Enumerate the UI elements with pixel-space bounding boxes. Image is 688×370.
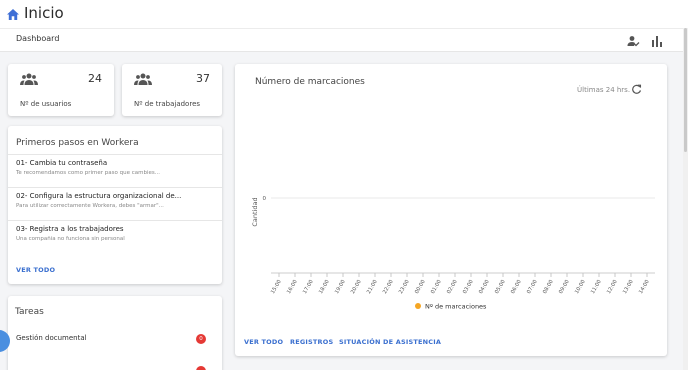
- x-tick-label: 00:00: [414, 279, 427, 295]
- x-tick-label: 01:00: [430, 279, 443, 295]
- task-count-badge: [196, 366, 206, 370]
- step-title: 01- Cambia tu contraseña: [16, 159, 108, 167]
- workers-stat-card[interactable]: 37 Nº de trabajadores: [122, 64, 222, 116]
- punches-chart-card: Número de marcaciones Últimas 24 hrs. Ca…: [235, 64, 667, 356]
- x-tick-label: 10:00: [574, 279, 587, 295]
- scrollbar[interactable]: [683, 28, 688, 370]
- list-item[interactable]: 03- Registra a los trabajadores Una comp…: [8, 220, 222, 253]
- x-tick-label: 22:00: [382, 279, 395, 295]
- x-tick-label: 03:00: [462, 279, 475, 295]
- x-tick-label: 16:00: [286, 279, 299, 295]
- top-bar: Inicio: [0, 0, 688, 28]
- dashboard-bar: Dashboard: [0, 28, 688, 52]
- x-tick-label: 23:00: [398, 279, 411, 295]
- x-tick-label: 08:00: [542, 279, 555, 295]
- x-tick-label: 04:00: [478, 279, 491, 295]
- person-check-icon[interactable]: [626, 34, 640, 48]
- step-subtitle: Una compañía no funciona sin personal: [16, 236, 125, 242]
- tasks-card: Tareas Gestión documental 0: [8, 296, 222, 370]
- x-tick-label: 13:00: [622, 279, 635, 295]
- records-link[interactable]: REGISTROS: [290, 338, 333, 346]
- x-tick-label: 18:00: [318, 279, 331, 295]
- chart-view-all-link[interactable]: VER TODO: [244, 338, 283, 346]
- legend-label: Nº de marcaciones: [425, 303, 487, 311]
- task-count-badge: 0: [196, 334, 206, 344]
- first-steps-title: Primeros pasos en Workera: [16, 138, 139, 148]
- x-tick-label: 17:00: [302, 279, 315, 295]
- users-stat-card[interactable]: 24 Nº de usuarios: [8, 64, 114, 116]
- x-tick-label: 12:00: [606, 279, 619, 295]
- y-axis-label: Cantidad: [251, 197, 259, 226]
- task-label[interactable]: Gestión documental: [16, 334, 87, 342]
- x-tick-label: 09:00: [558, 279, 571, 295]
- first-steps-view-all-link[interactable]: VER TODO: [16, 266, 55, 274]
- users-label: Nº de usuarios: [20, 100, 72, 108]
- list-item[interactable]: 01- Cambia tu contraseña Te recomendamos…: [8, 154, 222, 187]
- step-title: 03- Registra a los trabajadores: [16, 225, 124, 233]
- step-subtitle: Te recomendamos como primer paso que cam…: [16, 170, 161, 176]
- x-tick-label: 07:00: [526, 279, 539, 295]
- home-icon[interactable]: [7, 9, 19, 20]
- breadcrumb: Dashboard: [16, 34, 60, 43]
- attendance-status-link[interactable]: SITUACIÓN DE ASISTENCIA: [339, 338, 441, 346]
- y-tick-label: 0: [263, 196, 267, 202]
- list-item[interactable]: 02- Configura la estructura organizacion…: [8, 187, 222, 220]
- scrollbar-thumb[interactable]: [684, 28, 687, 152]
- x-tick-label: 20:00: [350, 279, 363, 295]
- page-title: Inicio: [24, 4, 64, 22]
- x-tick-label: 21:00: [366, 279, 379, 295]
- line-chart: Cantidad 015:00 16:00 17:00 18:00 19:00 20:00 2…: [251, 196, 655, 311]
- step-title: 02- Configura la estructura organizacion…: [16, 192, 182, 200]
- workers-count: 37: [196, 72, 210, 85]
- tasks-title: Tareas: [15, 307, 44, 317]
- group-icon: [134, 73, 152, 85]
- bar-chart-icon[interactable]: [650, 34, 664, 48]
- workers-label: Nº de trabajadores: [134, 100, 201, 108]
- x-tick-label: 02:00: [446, 279, 459, 295]
- legend-marker: [415, 303, 421, 309]
- x-tick-label: 15:00: [270, 279, 283, 295]
- x-tick-label: 14:00: [638, 279, 651, 295]
- first-steps-card: Primeros pasos en Workera 01- Cambia tu …: [8, 126, 222, 284]
- users-count: 24: [88, 72, 102, 85]
- step-subtitle: Para utilizar correctamente Workera, deb…: [16, 203, 164, 209]
- x-tick-label: 11:00: [590, 279, 603, 295]
- group-icon: [20, 73, 38, 85]
- x-tick-label: 05:00: [494, 279, 507, 295]
- x-tick-label: 19:00: [334, 279, 347, 295]
- x-tick-label: 06:00: [510, 279, 523, 295]
